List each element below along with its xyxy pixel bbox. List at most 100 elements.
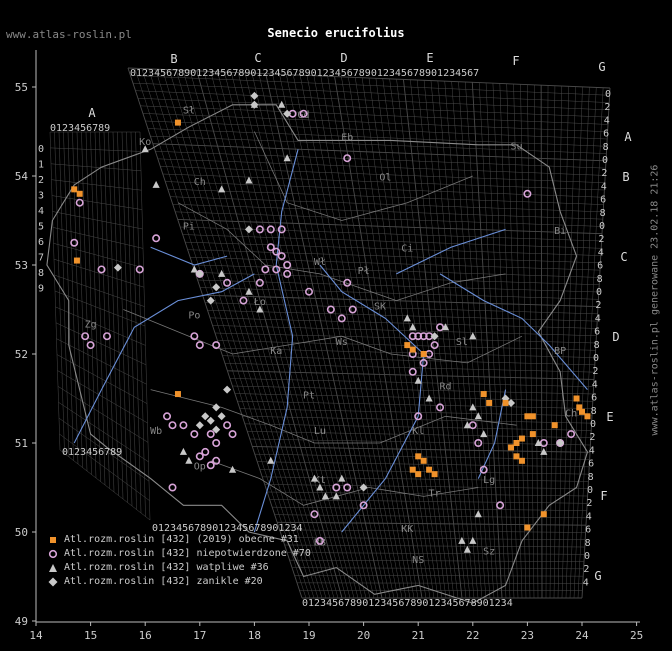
legend-label: Atl.rozm.roslin [432] watpliwe #36 [64, 562, 269, 573]
record-extinct [201, 412, 210, 421]
row-digit: 6 [588, 459, 594, 470]
region-label: NS [412, 555, 424, 566]
record-unconfirmed [97, 265, 106, 274]
record-unconfirmed [102, 332, 111, 341]
triangle-icon [49, 563, 57, 572]
generated-note: www.atlas-roslin.pl generowane 23.02.18 … [649, 164, 661, 436]
record-extinct [223, 385, 232, 394]
y-tick-label: 53 [15, 259, 28, 272]
legend-doubtful: Atl.rozm.roslin [432] watpliwe #36 [48, 562, 269, 573]
row-letter: D [612, 330, 619, 344]
legend-label: Atl.rozm.roslin [432] zanikle #20 [64, 576, 263, 587]
column-digits: 0123456789012345678901234 [152, 523, 303, 534]
record-unconfirmed [430, 341, 439, 350]
circle-icon [48, 549, 58, 558]
row-digit: 8 [591, 406, 597, 417]
record-present [480, 391, 487, 398]
row-digit: 8 [597, 274, 603, 285]
x-tick-label: 18 [248, 629, 261, 642]
x-tick-label: 15 [84, 629, 97, 642]
grid-line [222, 355, 595, 366]
record-present [431, 471, 438, 478]
record-doubtful [469, 403, 477, 411]
region-label: Kl [412, 426, 424, 437]
record-unconfirmed [168, 421, 177, 430]
region-label: Ka [270, 346, 282, 357]
region-label: Wł [314, 257, 326, 268]
record-unconfirmed [348, 305, 357, 314]
record-present [415, 453, 422, 460]
record-unconfirmed [152, 234, 161, 243]
record-unconfirmed [168, 483, 177, 492]
row-digit: 7 [38, 253, 44, 264]
region-label: Sz [483, 546, 495, 557]
y-tick-label: 51 [15, 437, 28, 450]
record-unconfirmed [326, 305, 335, 314]
x-tick-label: 23 [521, 629, 534, 642]
row-digit: 4 [601, 181, 607, 192]
region-label: BP [554, 346, 566, 357]
row-digit: 2 [595, 300, 601, 311]
grid-line [232, 385, 594, 395]
x-tick-label: 24 [575, 629, 589, 642]
river-line [439, 273, 588, 390]
record-extinct [359, 483, 368, 492]
grid-line [135, 131, 146, 517]
region-label: KK [401, 524, 413, 535]
row-letter: A [624, 130, 632, 144]
row-digit: 2 [38, 175, 44, 186]
record-present [513, 440, 520, 446]
record-present [409, 466, 416, 473]
record-doubtful [152, 180, 160, 188]
record-doubtful [469, 536, 477, 544]
record-present [502, 399, 509, 406]
row-digit: 6 [600, 195, 606, 206]
row-digit: 8 [585, 538, 591, 549]
row-digit: 4 [604, 115, 610, 126]
region-label: BB [314, 537, 326, 548]
record-present [508, 444, 515, 451]
grid-line [59, 449, 151, 521]
record-present [420, 351, 427, 357]
record-doubtful [218, 185, 226, 193]
column-letter: E [426, 51, 433, 65]
map-title: Senecio erucifolius [267, 26, 405, 40]
record-doubtful [190, 265, 198, 273]
row-digit: 4 [598, 247, 604, 258]
y-tick-label: 54 [15, 170, 29, 183]
record-unconfirmed [70, 238, 79, 247]
row-digit: 1 [38, 160, 44, 171]
record-present [73, 257, 80, 264]
record-unconfirmed [228, 430, 237, 439]
region-label: Eb [341, 132, 353, 143]
row-digit: 0 [605, 89, 611, 100]
row-digit: 6 [597, 261, 603, 272]
record-present [518, 435, 525, 442]
record-unconfirmed [190, 430, 199, 439]
record-present [415, 471, 422, 478]
region-label: Gd [298, 110, 310, 121]
row-digit: 6 [38, 237, 44, 248]
row-letter: G [594, 569, 601, 583]
record-doubtful [403, 314, 411, 322]
region-label: Ol [379, 172, 391, 183]
column-digits: 0123456789012345678901234567890123456789… [130, 68, 479, 79]
column-letter: F [512, 54, 519, 68]
y-tick-label: 55 [15, 81, 28, 94]
column-letter: D [340, 51, 347, 65]
record-unconfirmed [86, 341, 95, 350]
column-letter: B [170, 52, 177, 66]
row-digit: 2 [604, 102, 610, 113]
row-digit: 0 [590, 419, 596, 430]
column-letter: G [598, 60, 605, 74]
row-digit: 8 [594, 340, 600, 351]
row-digit: 0 [587, 485, 593, 496]
x-tick-label: 16 [139, 629, 152, 642]
region-label: Tr [429, 488, 441, 499]
y-tick-label: 50 [15, 526, 28, 539]
record-doubtful [414, 376, 422, 384]
row-digit: 2 [592, 366, 598, 377]
region-label: Sl [456, 337, 468, 348]
record-unconfirmed [75, 198, 84, 207]
record-extinct [206, 296, 215, 305]
